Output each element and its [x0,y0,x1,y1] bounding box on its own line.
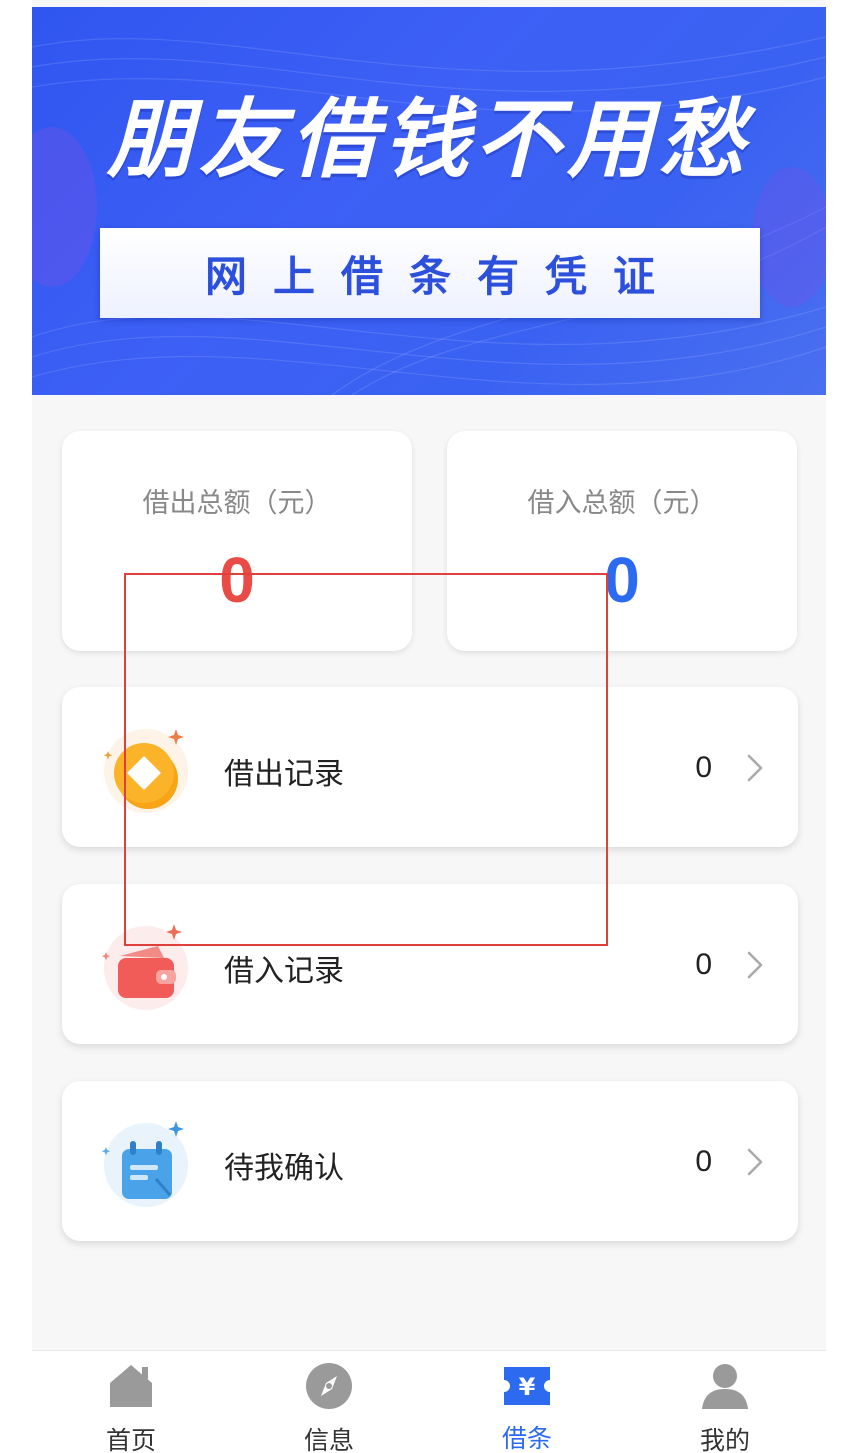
pending-confirm-count: 0 [695,1145,712,1178]
summary-section: 借出总额（元） 0 借入总额（元） 0 [62,431,798,651]
tab-mine-label: 我的 [699,1426,750,1453]
chevron-right-icon [747,951,763,979]
borrowed-total-value: 0 [604,544,640,616]
lent-total-value: 0 [219,544,255,616]
yen-ticket-icon: ¥ [504,1367,550,1405]
tab-iou[interactable]: ¥ 借条 [428,1351,626,1453]
tab-home[interactable]: 首页 [32,1351,230,1453]
wallet-icon [98,918,194,1014]
chevron-right-icon [747,1148,763,1176]
banner-subtitle-box: 网上借条有凭证 [100,228,760,318]
tab-home-label: 首页 [105,1426,156,1453]
coin-icon [98,721,194,817]
promo-banner[interactable]: 朋友借钱不用愁 网上借条有凭证 [32,7,826,395]
svg-text:¥: ¥ [519,1373,536,1401]
tab-info[interactable]: 信息 [230,1351,428,1453]
borrowed-total-card[interactable]: 借入总额（元） 0 [447,431,797,651]
tab-iou-label: 借条 [501,1424,552,1453]
bottom-tab-bar: 首页 信息 ¥ 借条 我的 [32,1350,826,1453]
lent-records-label: 借出记录 [224,757,344,792]
chevron-right-icon [747,754,763,782]
tab-info-label: 信息 [303,1426,354,1453]
borrowed-total-label: 借入总额（元） [527,488,717,519]
user-icon [702,1364,748,1409]
lent-records-row[interactable]: 借出记录 0 [62,687,798,847]
app-screen: 朋友借钱不用愁 网上借条有凭证 借出总额（元） 0 借入总额（元） 0 借出记录… [32,0,826,1453]
tab-mine[interactable]: 我的 [626,1351,824,1453]
home-icon [110,1365,152,1407]
pending-confirm-label: 待我确认 [224,1151,344,1186]
borrowed-records-count: 0 [695,948,712,981]
calendar-icon [98,1115,194,1211]
compass-icon [306,1363,352,1409]
borrowed-records-label: 借入记录 [224,954,344,989]
lent-total-label: 借出总额（元） [142,488,332,519]
lent-records-count: 0 [695,751,712,784]
banner-subtitle: 网上借条有凭证 [204,251,681,301]
borrowed-records-row[interactable]: 借入记录 0 [62,884,798,1044]
banner-title: 朋友借钱不用愁 [107,90,751,190]
pending-confirm-row[interactable]: 待我确认 0 [62,1081,798,1241]
banner-wave-pattern [32,36,826,395]
lent-total-card[interactable]: 借出总额（元） 0 [62,431,412,651]
